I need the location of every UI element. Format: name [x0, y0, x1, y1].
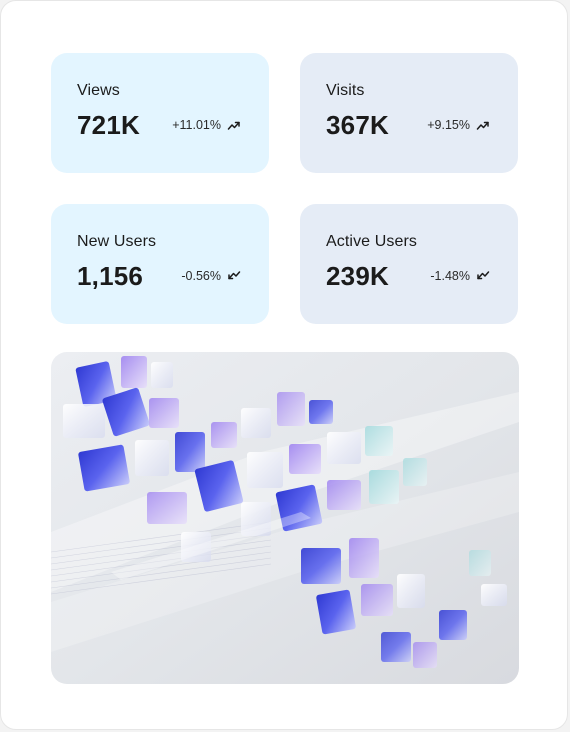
stat-change: -1.48% — [430, 269, 490, 283]
stat-label: Visits — [326, 82, 365, 99]
stat-row: 239K -1.48% — [326, 260, 492, 292]
stat-row: 721K +11.01% — [77, 109, 243, 141]
stat-label: Active Users — [326, 233, 417, 250]
stat-label: New Users — [77, 233, 157, 250]
stat-change-text: -0.56% — [181, 269, 221, 283]
trend-up-icon — [227, 118, 241, 132]
trend-down-icon — [476, 269, 490, 283]
stat-value: 1,156 — [77, 260, 144, 291]
stat-change-text: +9.15% — [427, 118, 470, 132]
stat-change: +11.01% — [172, 118, 241, 132]
stat-label: Views — [77, 82, 120, 99]
stat-value: 367K — [326, 109, 389, 140]
stat-card-new-users: New Users 1,156 -0.56% — [51, 204, 269, 324]
stat-row: 367K +9.15% — [326, 109, 492, 141]
stat-change-text: +11.01% — [172, 118, 221, 132]
stat-row: 1,156 -0.56% — [77, 260, 243, 292]
trend-down-icon — [227, 269, 241, 283]
stat-change: -0.56% — [181, 269, 241, 283]
stat-card-active-users: Active Users 239K -1.48% — [300, 204, 518, 324]
trend-up-icon — [476, 118, 490, 132]
stat-value: 239K — [326, 260, 389, 291]
stat-change-text: -1.48% — [430, 269, 470, 283]
stat-change: +9.15% — [427, 118, 490, 132]
stat-card-views: Views 721K +11.01% — [51, 53, 269, 173]
abstract-glass-cubes-illustration — [51, 352, 519, 684]
stats-panel: Views 721K +11.01% Visits 367K +9.15% Ne… — [0, 0, 568, 730]
stat-card-visits: Visits 367K +9.15% — [300, 53, 518, 173]
stat-value: 721K — [77, 109, 140, 140]
